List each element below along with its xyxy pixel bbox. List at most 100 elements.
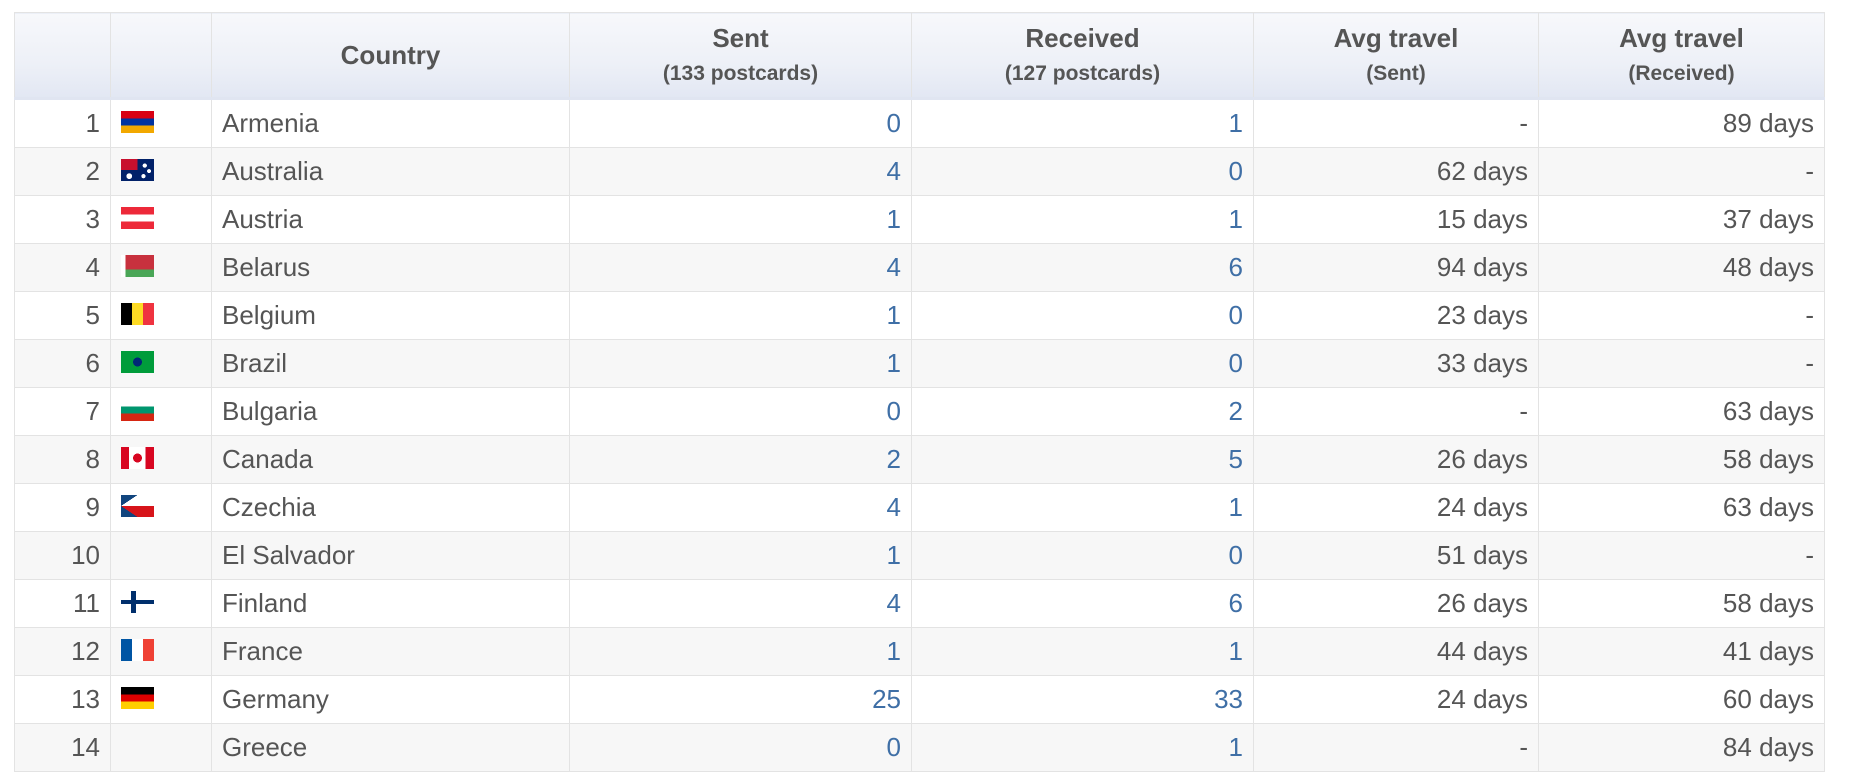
row-sent-count[interactable]: 4 xyxy=(569,483,912,532)
row-rank: 3 xyxy=(14,195,111,244)
row-rank: 4 xyxy=(14,243,111,292)
row-avg-travel-received: 63 days xyxy=(1538,387,1825,436)
row-rank: 12 xyxy=(14,627,111,676)
row-avg-travel-received: 37 days xyxy=(1538,195,1825,244)
row-received-count[interactable]: 2 xyxy=(911,387,1254,436)
header-flag xyxy=(110,12,212,100)
row-received-count[interactable]: 1 xyxy=(911,723,1254,772)
row-flag-cell xyxy=(110,243,212,292)
row-sent-count[interactable]: 1 xyxy=(569,339,912,388)
row-avg-travel-received: 84 days xyxy=(1538,723,1825,772)
row-sent-count[interactable]: 1 xyxy=(569,195,912,244)
row-sent-count[interactable]: 1 xyxy=(569,531,912,580)
row-sent-count[interactable]: 1 xyxy=(569,291,912,340)
row-sent-count[interactable]: 4 xyxy=(569,147,912,196)
row-received-count[interactable]: 0 xyxy=(911,291,1254,340)
row-avg-travel-received: 48 days xyxy=(1538,243,1825,292)
table-row: 5 Belgium 1 0 23 days - xyxy=(14,291,1825,340)
row-received-count[interactable]: 5 xyxy=(911,435,1254,484)
row-avg-travel-received: 63 days xyxy=(1538,483,1825,532)
row-flag-cell xyxy=(110,195,212,244)
flag-czechia-icon xyxy=(121,495,154,518)
header-avg-sent-label: Avg travel xyxy=(1333,23,1459,53)
page-scrollbar[interactable] xyxy=(1854,0,1870,770)
row-rank: 11 xyxy=(14,579,111,628)
row-rank: 13 xyxy=(14,675,111,724)
header-received[interactable]: Received (127 postcards) xyxy=(911,12,1254,100)
flag-brazil-icon xyxy=(121,351,154,374)
row-rank: 2 xyxy=(14,147,111,196)
header-country[interactable]: Country xyxy=(211,12,570,100)
flag-bulgaria-icon xyxy=(121,399,154,422)
row-country: Greece xyxy=(211,723,570,772)
header-sent-label: Sent xyxy=(712,23,769,53)
row-received-count[interactable]: 1 xyxy=(911,627,1254,676)
row-avg-travel-received: 58 days xyxy=(1538,435,1825,484)
row-flag-cell xyxy=(110,387,212,436)
row-received-count[interactable]: 1 xyxy=(911,98,1254,148)
row-country: France xyxy=(211,627,570,676)
header-sent-count: (133 postcards) xyxy=(662,62,819,85)
row-received-count[interactable]: 33 xyxy=(911,675,1254,724)
row-flag-cell xyxy=(110,627,212,676)
table-row: 12 France 1 1 44 days 41 days xyxy=(14,627,1825,676)
row-flag-cell xyxy=(110,483,212,532)
table-row: 7 Bulgaria 0 2-63 days xyxy=(14,387,1825,436)
row-received-count[interactable]: 0 xyxy=(911,531,1254,580)
row-sent-count[interactable]: 0 xyxy=(569,98,912,148)
row-rank: 9 xyxy=(14,483,111,532)
country-stats-table: Country Sent (133 postcards) Received (1… xyxy=(14,12,1825,772)
row-rank: 6 xyxy=(14,339,111,388)
row-sent-count[interactable]: 1 xyxy=(569,627,912,676)
row-received-count[interactable]: 1 xyxy=(911,195,1254,244)
row-sent-count[interactable]: 4 xyxy=(569,243,912,292)
table-row: 1 Armenia 0 1-89 days xyxy=(14,98,1825,148)
header-avg-received[interactable]: Avg travel (Received) xyxy=(1538,12,1825,100)
row-avg-travel-received: - xyxy=(1538,291,1825,340)
row-flag-cell xyxy=(110,339,212,388)
row-rank: 7 xyxy=(14,387,111,436)
row-sent-count[interactable]: 4 xyxy=(569,579,912,628)
row-avg-travel-sent: 24 days xyxy=(1253,483,1539,532)
row-rank: 5 xyxy=(14,291,111,340)
header-sent[interactable]: Sent (133 postcards) xyxy=(569,12,912,100)
row-country: Belarus xyxy=(211,243,570,292)
header-rank xyxy=(14,12,111,100)
row-received-count[interactable]: 1 xyxy=(911,483,1254,532)
row-flag-cell xyxy=(110,531,212,580)
row-avg-travel-sent: 94 days xyxy=(1253,243,1539,292)
flag-finland-icon xyxy=(121,591,154,614)
row-avg-travel-sent: - xyxy=(1253,98,1539,148)
table-header: Country Sent (133 postcards) Received (1… xyxy=(14,12,1825,100)
row-received-count[interactable]: 6 xyxy=(911,243,1254,292)
row-sent-count[interactable]: 0 xyxy=(569,723,912,772)
table-row: 9 Czechia 4 1 24 days 63 days xyxy=(14,483,1825,532)
header-avg-sent-sub: (Sent) xyxy=(1366,62,1426,85)
table-row: 14 Greece 0 1-84 days xyxy=(14,723,1825,772)
flag-belgium-icon xyxy=(121,303,154,326)
row-received-count[interactable]: 0 xyxy=(911,147,1254,196)
row-received-count[interactable]: 6 xyxy=(911,579,1254,628)
row-country: Finland xyxy=(211,579,570,628)
header-received-label: Received xyxy=(1025,23,1140,53)
table-row: 3 Austria 1 1 15 days 37 days xyxy=(14,195,1825,244)
row-sent-count[interactable]: 25 xyxy=(569,675,912,724)
table-row: 2 Australia 4 0 62 days - xyxy=(14,147,1825,196)
row-flag-cell xyxy=(110,675,212,724)
row-sent-count[interactable]: 0 xyxy=(569,387,912,436)
row-flag-cell xyxy=(110,98,212,148)
row-avg-travel-sent: - xyxy=(1253,723,1539,772)
row-received-count[interactable]: 0 xyxy=(911,339,1254,388)
row-flag-cell xyxy=(110,435,212,484)
flag-canada-icon xyxy=(121,447,154,470)
header-avg-received-sub: (Received) xyxy=(1628,62,1735,85)
row-flag-cell xyxy=(110,579,212,628)
header-avg-sent[interactable]: Avg travel (Sent) xyxy=(1253,12,1539,100)
row-avg-travel-received: - xyxy=(1538,339,1825,388)
flag-armenia-icon xyxy=(121,111,154,134)
row-sent-count[interactable]: 2 xyxy=(569,435,912,484)
row-avg-travel-sent: - xyxy=(1253,387,1539,436)
row-country: Germany xyxy=(211,675,570,724)
flag-belarus-icon xyxy=(121,255,154,278)
row-avg-travel-sent: 51 days xyxy=(1253,531,1539,580)
